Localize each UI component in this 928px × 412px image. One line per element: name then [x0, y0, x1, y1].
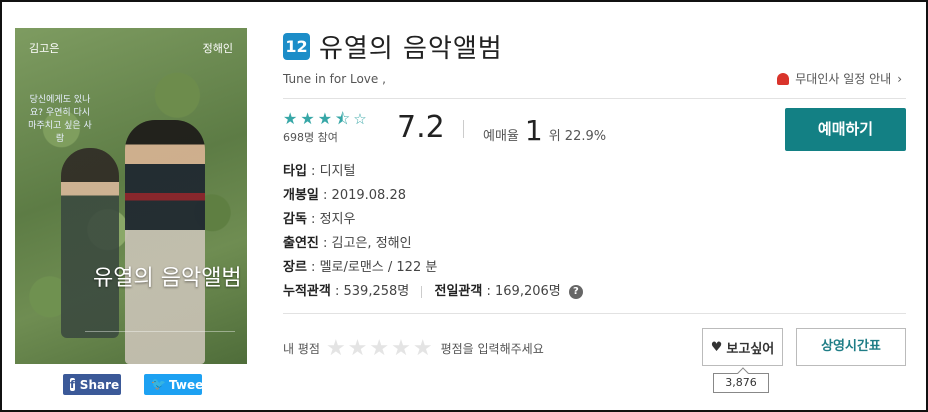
- daily-audience: 169,206명: [495, 284, 561, 299]
- want-to-see-count: 3,876: [713, 373, 769, 393]
- detail-value: 김고은, 정해인: [331, 236, 412, 251]
- reservation-rank: 예매율 1 위 22.9%: [483, 114, 606, 147]
- want-to-see-button[interactable]: ♥ 보고싶어: [702, 328, 783, 366]
- page-frame: 김고은 정해인 당신에게도 있나요? 우연히 다시 마주치고 싶은 사람 유열의…: [0, 0, 928, 412]
- bell-icon: [777, 72, 790, 85]
- poster-actor-left: 김고은: [29, 42, 60, 55]
- detail-label: 개봉일: [283, 188, 319, 203]
- star-half-icon: ⯪: [335, 109, 354, 128]
- detail-release-date: 개봉일 : 2019.08.28: [283, 188, 406, 203]
- detail-type: 타입 : 디지털: [283, 164, 356, 179]
- stage-greeting-notice-link[interactable]: 무대인사 일정 안내 ›: [777, 70, 902, 87]
- poster-actor-right: 정해인: [202, 42, 233, 55]
- detail-genre: 장르 : 멜로/로맨스 / 122 분: [283, 260, 438, 275]
- facebook-icon: f: [70, 378, 75, 391]
- divider: [421, 285, 423, 298]
- movie-details: 타입 : 디지털 개봉일 : 2019.08.28 감독 : 정지우 출연진 :…: [283, 160, 583, 304]
- rank-number: 1: [524, 114, 543, 147]
- star-empty-icon: ☆: [353, 110, 370, 128]
- reserve-button[interactable]: 예매하기: [785, 108, 906, 151]
- detail-label: 타입: [283, 164, 307, 179]
- detail-label: 누적관객: [283, 284, 331, 299]
- movie-title: 유열의 음악앨범: [319, 34, 503, 64]
- heart-icon: ♥: [710, 339, 723, 355]
- twitter-tweet-label: Tweet: [169, 377, 209, 392]
- poster-credits: [85, 331, 235, 356]
- detail-audience: 누적관객 : 539,258명 전일관객 : 169,206명 ?: [283, 280, 583, 304]
- cumulative-audience: 539,258명: [343, 284, 410, 299]
- showtimes-button[interactable]: 상영시간표: [796, 328, 906, 366]
- star-full-icon: ★: [300, 109, 318, 128]
- divider: [283, 98, 906, 99]
- divider: [283, 313, 906, 314]
- my-rating-label: 내 평점: [283, 342, 320, 356]
- detail-label: 출연진: [283, 236, 319, 251]
- poster-title: 유열의 음악앨범: [93, 266, 242, 291]
- detail-label: 감독: [283, 212, 307, 227]
- age-rating-badge: 12: [283, 33, 310, 60]
- movie-english-title: Tune in for Love ,: [283, 72, 386, 86]
- poster-figure-woman: [61, 148, 119, 338]
- facebook-share-button[interactable]: f Share: [63, 374, 121, 395]
- twitter-icon: 🐦: [151, 377, 166, 391]
- my-rating-placeholder: 평점을 입력해주세요: [440, 342, 544, 356]
- detail-label: 전일관객: [434, 284, 483, 299]
- my-rating-stars[interactable]: ★★★★★: [326, 337, 435, 359]
- notice-label: 무대인사 일정 안내: [795, 72, 892, 86]
- detail-director: 감독 : 정지우: [283, 212, 356, 227]
- detail-value: 정지우: [319, 212, 356, 227]
- detail-value: 2019.08.28: [331, 188, 406, 203]
- want-to-see-label: 보고싶어: [726, 341, 775, 357]
- facebook-share-label: Share: [79, 377, 120, 392]
- audience-score: 7.2: [397, 110, 445, 145]
- rank-percentage: 위 22.9%: [548, 129, 607, 144]
- poster-cast-names: 김고은 정해인: [29, 40, 233, 56]
- divider: [463, 120, 464, 138]
- detail-value: 멜로/로맨스 / 122 분: [319, 260, 438, 275]
- detail-cast: 출연진 : 김고은, 정해인: [283, 236, 412, 251]
- chevron-right-icon: ›: [897, 71, 902, 86]
- star-full-icon: ★: [283, 109, 301, 128]
- star-full-icon: ★: [317, 109, 336, 128]
- poster-tagline: 당신에게도 있나요? 우연히 다시 마주치고 싶은 사람: [28, 95, 92, 144]
- rating-participants: 698명 참여: [283, 131, 338, 144]
- help-icon[interactable]: ?: [568, 284, 583, 299]
- rank-label: 예매율: [483, 129, 519, 144]
- movie-poster[interactable]: 김고은 정해인 당신에게도 있나요? 우연히 다시 마주치고 싶은 사람 유열의…: [15, 28, 247, 364]
- detail-label: 장르: [283, 260, 307, 275]
- poster-figure-man: [125, 120, 205, 364]
- my-rating: 내 평점 ★★★★★ 평점을 입력해주세요: [283, 337, 544, 359]
- detail-value: 디지털: [319, 164, 356, 179]
- twitter-tweet-button[interactable]: 🐦 Tweet: [144, 374, 209, 395]
